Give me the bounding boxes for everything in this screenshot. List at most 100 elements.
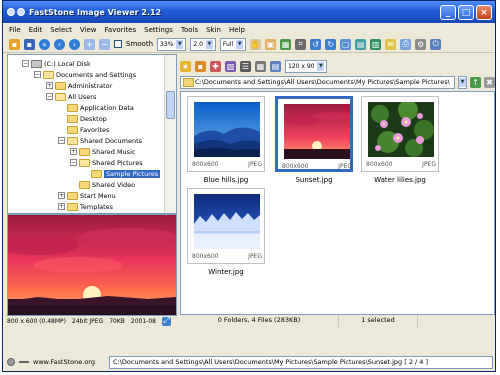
- previous-image-icon[interactable]: ‹: [54, 38, 65, 50]
- tree-item[interactable]: Application Data: [58, 102, 134, 113]
- address-dropdown[interactable]: ▼: [458, 75, 467, 89]
- expand-icon[interactable]: +: [58, 192, 65, 199]
- thumbnail-filename: Sunset.jpg: [295, 176, 333, 184]
- menu-edit[interactable]: Edit: [29, 26, 43, 34]
- tree-item[interactable]: + Templates: [58, 201, 113, 212]
- title-bar: FastStone Image Viewer 2.12 _ □ ×: [3, 1, 495, 23]
- menu-file[interactable]: File: [9, 26, 21, 34]
- zoom-select[interactable]: 33% ▼: [157, 37, 187, 51]
- menu-favorites[interactable]: Favorites: [105, 26, 137, 34]
- next-image-icon[interactable]: ›: [69, 38, 80, 50]
- tree-item[interactable]: − Documents and Settings: [34, 69, 136, 80]
- smooth-checkbox[interactable]: [114, 40, 122, 48]
- app-icon-secondary[interactable]: [17, 8, 25, 16]
- rotate-left-icon[interactable]: ↺: [310, 38, 322, 50]
- faststone-logo-icon: [7, 358, 15, 366]
- thumbnail-item[interactable]: 800x600 JPEG Water lilies.jpg: [361, 96, 439, 184]
- zoom-value: 33%: [160, 40, 174, 48]
- tree-item-label: Shared Pictures: [92, 158, 143, 167]
- thumbnail-size-select[interactable]: 120 x 90 ▼: [285, 59, 328, 73]
- filter-icon[interactable]: ▤: [270, 60, 281, 72]
- tree-item[interactable]: Favorites: [58, 124, 109, 135]
- fullscreen-icon[interactable]: ▢: [340, 38, 352, 50]
- rotate-right-icon[interactable]: ↻: [325, 38, 337, 50]
- image-size: 70KB: [109, 317, 125, 325]
- collapse-icon[interactable]: −: [46, 93, 53, 100]
- website-link[interactable]: www.FastStone.org: [33, 358, 95, 366]
- menu-select[interactable]: Select: [50, 26, 72, 34]
- image-preview[interactable]: [7, 214, 177, 316]
- bottom-bar: www.FastStone.org C:\Documents and Setti…: [3, 354, 495, 370]
- tree-item[interactable]: Desktop: [58, 113, 107, 124]
- expand-icon[interactable]: +: [58, 203, 65, 210]
- folder-icon: [79, 180, 90, 189]
- first-image-icon[interactable]: «: [39, 38, 50, 50]
- details-view-icon[interactable]: ☰: [240, 60, 251, 72]
- new-folder-icon[interactable]: ▪: [195, 60, 206, 72]
- thumbnails-view-icon[interactable]: ▦: [255, 60, 266, 72]
- expand-icon[interactable]: +: [46, 82, 53, 89]
- collapse-icon[interactable]: −: [70, 159, 77, 166]
- maximize-button[interactable]: □: [458, 4, 474, 20]
- fit-preview-icon[interactable]: ⤢: [161, 316, 171, 326]
- email-icon[interactable]: ✉: [385, 38, 397, 50]
- menu-tools[interactable]: Tools: [181, 26, 198, 34]
- address-field[interactable]: C:\Documents and Settings\All Users\Docu…: [180, 75, 455, 89]
- collapse-icon[interactable]: −: [22, 60, 29, 67]
- crop-icon[interactable]: ⌗: [295, 38, 307, 50]
- zoom-in-icon[interactable]: +: [84, 38, 95, 50]
- tree-item[interactable]: − (C:) Local Disk: [22, 58, 91, 69]
- address-bar: C:\Documents and Settings\All Users\Docu…: [180, 75, 495, 89]
- tree-item[interactable]: − Shared Pictures: [70, 157, 143, 168]
- tree-item[interactable]: + Start Menu: [58, 190, 116, 201]
- delete-icon[interactable]: ✖: [484, 76, 495, 88]
- settings-icon[interactable]: ⚙: [415, 38, 427, 50]
- exit-icon[interactable]: ⏻: [430, 38, 442, 50]
- tree-scrollbar[interactable]: [164, 55, 176, 213]
- menu-settings[interactable]: Settings: [144, 26, 173, 34]
- open-folder-icon[interactable]: ▪: [9, 38, 20, 50]
- tag-icon[interactable]: ✚: [210, 60, 221, 72]
- tree-item[interactable]: + Shared Music: [70, 146, 135, 157]
- up-folder-icon[interactable]: ↑: [470, 76, 481, 88]
- histogram-icon[interactable]: ▥: [370, 38, 382, 50]
- tree-item[interactable]: Sample Pictures: [82, 168, 161, 179]
- thumbnail-item[interactable]: 800x600 JPEG Blue hills.jpg: [187, 96, 265, 184]
- collapse-icon[interactable]: −: [34, 71, 41, 78]
- tree-scrollbar-thumb[interactable]: [166, 91, 175, 119]
- compare-icon[interactable]: ▦: [280, 38, 292, 50]
- tree-item[interactable]: − Shared Documents: [58, 135, 142, 146]
- menu-skin[interactable]: Skin: [206, 26, 221, 34]
- save-icon[interactable]: ▪: [24, 38, 35, 50]
- tree-item-label: Desktop: [80, 114, 107, 123]
- browser-status: 0 Folders, 4 Files (283KB) 1 selected: [180, 315, 495, 327]
- expand-icon[interactable]: +: [70, 148, 77, 155]
- chevron-down-icon: ▼: [205, 39, 213, 49]
- full-path-field: C:\Documents and Settings\All Users\Docu…: [108, 355, 493, 369]
- hand-tool-icon[interactable]: ✋: [250, 38, 262, 50]
- window-title: FastStone Image Viewer 2.12: [29, 7, 162, 17]
- zoom-out-icon[interactable]: −: [99, 38, 110, 50]
- folder-icon: [67, 136, 78, 145]
- resize-icon[interactable]: ▤: [355, 38, 367, 50]
- select-all-icon[interactable]: ▧: [225, 60, 236, 72]
- menu-help[interactable]: Help: [229, 26, 245, 34]
- tree-item[interactable]: Shared Video: [70, 179, 135, 190]
- thumbnail-dims: 800x600: [366, 161, 393, 168]
- tree-item-label: Application Data: [80, 103, 134, 112]
- ratio-select[interactable]: 2.0 ▼: [190, 37, 216, 51]
- print-icon[interactable]: ⎙: [400, 38, 412, 50]
- thumbnail-item[interactable]: 800x600 JPEG Sunset.jpg: [275, 96, 353, 184]
- close-button[interactable]: ×: [476, 4, 492, 20]
- slideshow-icon[interactable]: ▣: [265, 38, 277, 50]
- tree-item[interactable]: + Administrator: [46, 80, 112, 91]
- app-icon[interactable]: [7, 8, 15, 16]
- favorites-star-icon[interactable]: ★: [180, 60, 191, 72]
- minimize-button[interactable]: _: [440, 4, 456, 20]
- thumbnail-item[interactable]: 800x600 JPEG Winter.jpg: [187, 188, 265, 276]
- collapse-icon[interactable]: −: [58, 137, 65, 144]
- tree-item-label: (C:) Local Disk: [44, 59, 91, 68]
- fit-select[interactable]: Full ▼: [219, 37, 247, 51]
- tree-item[interactable]: − All Users: [46, 91, 96, 102]
- menu-view[interactable]: View: [80, 26, 97, 34]
